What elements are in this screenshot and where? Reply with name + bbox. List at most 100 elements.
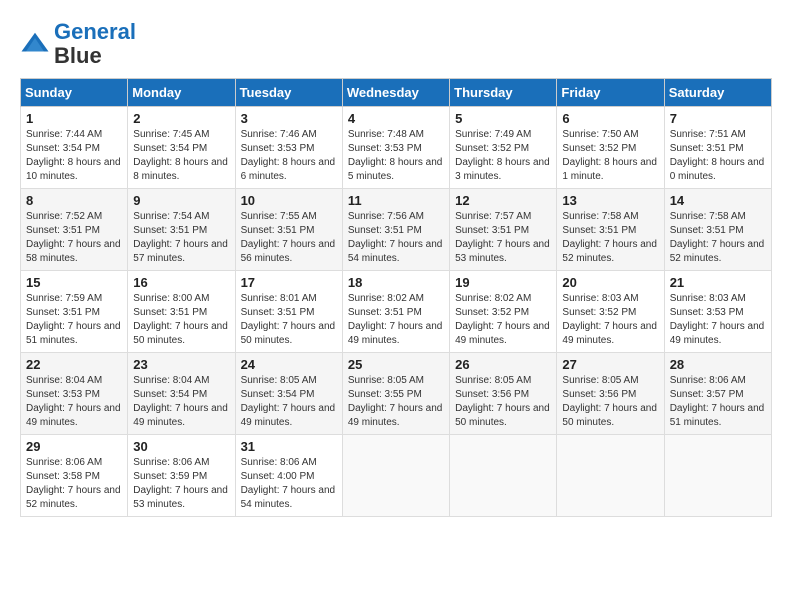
day-number: 12	[455, 193, 551, 208]
day-info: Sunrise: 7:48 AMSunset: 3:53 PMDaylight:…	[348, 129, 443, 182]
day-number: 27	[562, 357, 658, 372]
logo: GeneralBlue	[20, 20, 136, 68]
day-number: 2	[133, 111, 229, 126]
calendar-cell: 14 Sunrise: 7:58 AMSunset: 3:51 PMDaylig…	[664, 189, 771, 271]
day-info: Sunrise: 8:05 AMSunset: 3:55 PMDaylight:…	[348, 375, 443, 428]
day-number: 30	[133, 439, 229, 454]
day-info: Sunrise: 7:51 AMSunset: 3:51 PMDaylight:…	[670, 129, 765, 182]
day-info: Sunrise: 7:59 AMSunset: 3:51 PMDaylight:…	[26, 293, 121, 346]
day-number: 19	[455, 275, 551, 290]
calendar-week-2: 8 Sunrise: 7:52 AMSunset: 3:51 PMDayligh…	[21, 189, 772, 271]
calendar-cell	[450, 435, 557, 517]
day-number: 31	[241, 439, 337, 454]
calendar-cell: 18 Sunrise: 8:02 AMSunset: 3:51 PMDaylig…	[342, 271, 449, 353]
day-number: 20	[562, 275, 658, 290]
day-number: 3	[241, 111, 337, 126]
day-number: 21	[670, 275, 766, 290]
day-info: Sunrise: 8:06 AMSunset: 3:57 PMDaylight:…	[670, 375, 765, 428]
calendar-cell: 17 Sunrise: 8:01 AMSunset: 3:51 PMDaylig…	[235, 271, 342, 353]
day-number: 17	[241, 275, 337, 290]
calendar-cell: 25 Sunrise: 8:05 AMSunset: 3:55 PMDaylig…	[342, 353, 449, 435]
day-info: Sunrise: 8:02 AMSunset: 3:51 PMDaylight:…	[348, 293, 443, 346]
calendar-cell: 23 Sunrise: 8:04 AMSunset: 3:54 PMDaylig…	[128, 353, 235, 435]
day-info: Sunrise: 7:55 AMSunset: 3:51 PMDaylight:…	[241, 211, 336, 264]
day-number: 9	[133, 193, 229, 208]
day-info: Sunrise: 8:06 AMSunset: 3:59 PMDaylight:…	[133, 457, 228, 510]
day-number: 6	[562, 111, 658, 126]
day-info: Sunrise: 8:04 AMSunset: 3:53 PMDaylight:…	[26, 375, 121, 428]
day-number: 18	[348, 275, 444, 290]
weekday-header-sunday: Sunday	[21, 79, 128, 107]
calendar-cell: 10 Sunrise: 7:55 AMSunset: 3:51 PMDaylig…	[235, 189, 342, 271]
calendar-cell: 12 Sunrise: 7:57 AMSunset: 3:51 PMDaylig…	[450, 189, 557, 271]
calendar-cell: 22 Sunrise: 8:04 AMSunset: 3:53 PMDaylig…	[21, 353, 128, 435]
day-info: Sunrise: 8:06 AMSunset: 3:58 PMDaylight:…	[26, 457, 121, 510]
calendar-cell: 20 Sunrise: 8:03 AMSunset: 3:52 PMDaylig…	[557, 271, 664, 353]
calendar-week-5: 29 Sunrise: 8:06 AMSunset: 3:58 PMDaylig…	[21, 435, 772, 517]
day-number: 16	[133, 275, 229, 290]
calendar-week-1: 1 Sunrise: 7:44 AMSunset: 3:54 PMDayligh…	[21, 107, 772, 189]
page-header: GeneralBlue	[20, 20, 772, 68]
day-info: Sunrise: 8:02 AMSunset: 3:52 PMDaylight:…	[455, 293, 550, 346]
calendar-table: SundayMondayTuesdayWednesdayThursdayFrid…	[20, 78, 772, 517]
calendar-cell: 9 Sunrise: 7:54 AMSunset: 3:51 PMDayligh…	[128, 189, 235, 271]
calendar-week-4: 22 Sunrise: 8:04 AMSunset: 3:53 PMDaylig…	[21, 353, 772, 435]
day-info: Sunrise: 7:45 AMSunset: 3:54 PMDaylight:…	[133, 129, 228, 182]
calendar-cell: 8 Sunrise: 7:52 AMSunset: 3:51 PMDayligh…	[21, 189, 128, 271]
weekday-header-wednesday: Wednesday	[342, 79, 449, 107]
calendar-cell: 31 Sunrise: 8:06 AMSunset: 4:00 PMDaylig…	[235, 435, 342, 517]
day-info: Sunrise: 8:03 AMSunset: 3:52 PMDaylight:…	[562, 293, 657, 346]
day-number: 25	[348, 357, 444, 372]
calendar-cell: 7 Sunrise: 7:51 AMSunset: 3:51 PMDayligh…	[664, 107, 771, 189]
day-number: 22	[26, 357, 122, 372]
logo-text: GeneralBlue	[54, 20, 136, 68]
day-number: 26	[455, 357, 551, 372]
calendar-cell: 28 Sunrise: 8:06 AMSunset: 3:57 PMDaylig…	[664, 353, 771, 435]
calendar-cell: 11 Sunrise: 7:56 AMSunset: 3:51 PMDaylig…	[342, 189, 449, 271]
day-number: 10	[241, 193, 337, 208]
calendar-cell: 1 Sunrise: 7:44 AMSunset: 3:54 PMDayligh…	[21, 107, 128, 189]
day-number: 11	[348, 193, 444, 208]
day-number: 13	[562, 193, 658, 208]
calendar-cell	[664, 435, 771, 517]
calendar-cell	[342, 435, 449, 517]
day-number: 4	[348, 111, 444, 126]
calendar-cell: 30 Sunrise: 8:06 AMSunset: 3:59 PMDaylig…	[128, 435, 235, 517]
day-info: Sunrise: 8:01 AMSunset: 3:51 PMDaylight:…	[241, 293, 336, 346]
day-info: Sunrise: 8:05 AMSunset: 3:56 PMDaylight:…	[455, 375, 550, 428]
calendar-cell: 26 Sunrise: 8:05 AMSunset: 3:56 PMDaylig…	[450, 353, 557, 435]
calendar-cell: 19 Sunrise: 8:02 AMSunset: 3:52 PMDaylig…	[450, 271, 557, 353]
calendar-cell: 2 Sunrise: 7:45 AMSunset: 3:54 PMDayligh…	[128, 107, 235, 189]
calendar-cell: 16 Sunrise: 8:00 AMSunset: 3:51 PMDaylig…	[128, 271, 235, 353]
calendar-week-3: 15 Sunrise: 7:59 AMSunset: 3:51 PMDaylig…	[21, 271, 772, 353]
day-info: Sunrise: 7:52 AMSunset: 3:51 PMDaylight:…	[26, 211, 121, 264]
day-info: Sunrise: 7:44 AMSunset: 3:54 PMDaylight:…	[26, 129, 121, 182]
calendar-cell: 24 Sunrise: 8:05 AMSunset: 3:54 PMDaylig…	[235, 353, 342, 435]
day-number: 23	[133, 357, 229, 372]
calendar-cell: 5 Sunrise: 7:49 AMSunset: 3:52 PMDayligh…	[450, 107, 557, 189]
logo-icon	[20, 29, 50, 59]
calendar-cell: 4 Sunrise: 7:48 AMSunset: 3:53 PMDayligh…	[342, 107, 449, 189]
day-number: 28	[670, 357, 766, 372]
day-info: Sunrise: 7:58 AMSunset: 3:51 PMDaylight:…	[670, 211, 765, 264]
calendar-cell: 27 Sunrise: 8:05 AMSunset: 3:56 PMDaylig…	[557, 353, 664, 435]
day-info: Sunrise: 7:56 AMSunset: 3:51 PMDaylight:…	[348, 211, 443, 264]
day-info: Sunrise: 8:03 AMSunset: 3:53 PMDaylight:…	[670, 293, 765, 346]
day-info: Sunrise: 7:54 AMSunset: 3:51 PMDaylight:…	[133, 211, 228, 264]
calendar-cell: 15 Sunrise: 7:59 AMSunset: 3:51 PMDaylig…	[21, 271, 128, 353]
day-info: Sunrise: 7:50 AMSunset: 3:52 PMDaylight:…	[562, 129, 657, 182]
day-info: Sunrise: 8:00 AMSunset: 3:51 PMDaylight:…	[133, 293, 228, 346]
day-number: 14	[670, 193, 766, 208]
day-info: Sunrise: 8:04 AMSunset: 3:54 PMDaylight:…	[133, 375, 228, 428]
day-number: 29	[26, 439, 122, 454]
weekday-header-friday: Friday	[557, 79, 664, 107]
calendar-cell: 6 Sunrise: 7:50 AMSunset: 3:52 PMDayligh…	[557, 107, 664, 189]
weekday-header-saturday: Saturday	[664, 79, 771, 107]
calendar-cell: 13 Sunrise: 7:58 AMSunset: 3:51 PMDaylig…	[557, 189, 664, 271]
day-info: Sunrise: 7:49 AMSunset: 3:52 PMDaylight:…	[455, 129, 550, 182]
day-info: Sunrise: 7:57 AMSunset: 3:51 PMDaylight:…	[455, 211, 550, 264]
calendar-cell: 21 Sunrise: 8:03 AMSunset: 3:53 PMDaylig…	[664, 271, 771, 353]
calendar-cell: 29 Sunrise: 8:06 AMSunset: 3:58 PMDaylig…	[21, 435, 128, 517]
day-info: Sunrise: 8:05 AMSunset: 3:56 PMDaylight:…	[562, 375, 657, 428]
calendar-cell	[557, 435, 664, 517]
